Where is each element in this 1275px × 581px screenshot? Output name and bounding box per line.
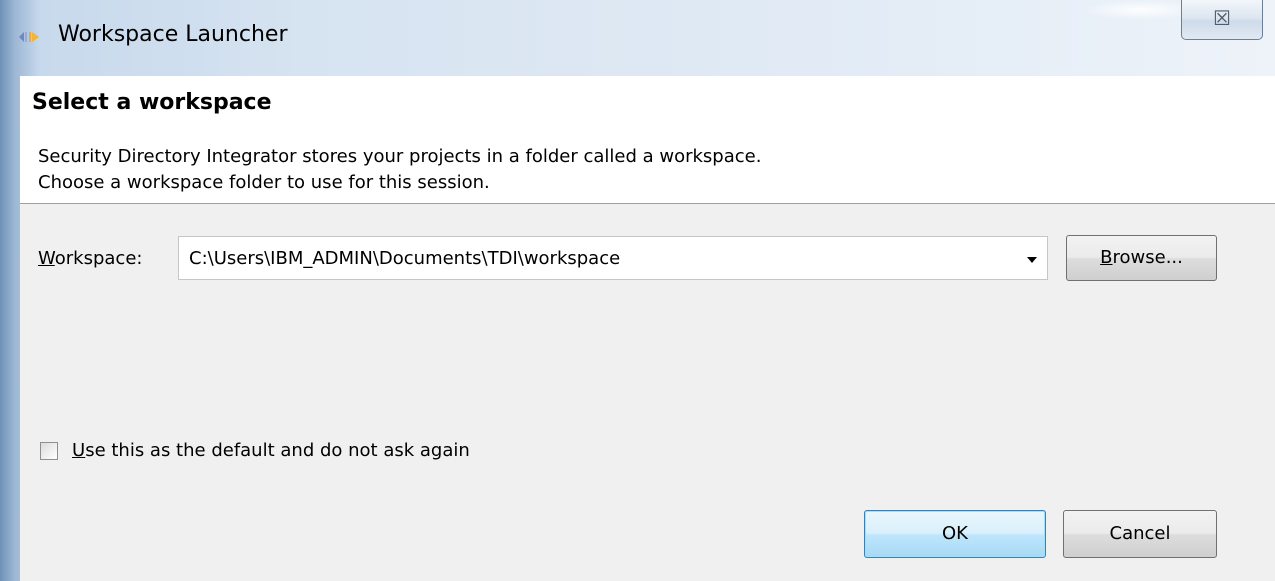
use-default-mnemonic: U: [72, 440, 86, 461]
workspace-path-combobox[interactable]: C:\Users\IBM_ADMIN\Documents\TDI\workspa…: [178, 236, 1048, 280]
close-icon: ☒: [1213, 6, 1231, 30]
workspace-launcher-window: Workspace Launcher ☒ Select a workspace …: [0, 0, 1275, 581]
browse-label: rowse...: [1112, 247, 1183, 268]
description-line-1: Security Directory Integrator stores you…: [38, 146, 762, 167]
use-default-text: se this as the default and do not ask ag…: [85, 440, 470, 461]
workspace-label-mnemonic: W: [38, 248, 55, 269]
browse-mnemonic: B: [1100, 247, 1113, 268]
title-bar[interactable]: Workspace Launcher ☒: [0, 0, 1275, 76]
workspace-label: Workspace:: [38, 248, 142, 269]
header-panel: Select a workspace Security Directory In…: [20, 76, 1275, 204]
use-default-label[interactable]: Use this as the default and do not ask a…: [72, 440, 470, 461]
cancel-button[interactable]: Cancel: [1063, 510, 1217, 558]
use-default-checkbox[interactable]: [40, 442, 58, 460]
browse-button[interactable]: Browse...: [1066, 235, 1217, 281]
dropdown-arrow-icon[interactable]: [1027, 257, 1037, 263]
window-title: Workspace Launcher: [58, 22, 288, 47]
close-button[interactable]: ☒: [1181, 0, 1263, 40]
dialog-heading: Select a workspace: [32, 90, 272, 115]
dialog-client-area: Select a workspace Security Directory In…: [20, 76, 1275, 581]
ok-button[interactable]: OK: [864, 510, 1046, 558]
workspace-label-text: orkspace:: [54, 248, 143, 269]
description-line-2: Choose a workspace folder to use for thi…: [38, 172, 490, 193]
workspace-path-value[interactable]: C:\Users\IBM_ADMIN\Documents\TDI\workspa…: [189, 248, 620, 269]
eclipse-launcher-icon: [19, 32, 39, 42]
